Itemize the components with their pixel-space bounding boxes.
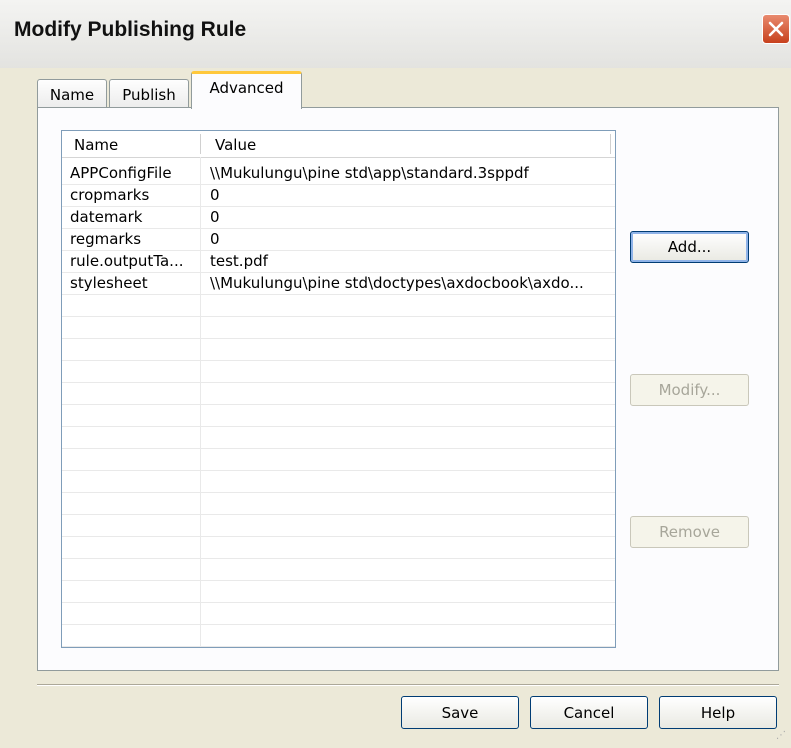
help-button-label: Help bbox=[700, 704, 736, 722]
add-button-label: Add... bbox=[667, 238, 712, 256]
table-row[interactable]: rule.outputTa... test.pdf bbox=[62, 251, 615, 273]
table-row[interactable]: cropmarks 0 bbox=[62, 185, 615, 207]
resize-grip-icon[interactable]: ⋰ bbox=[776, 730, 786, 741]
add-button[interactable]: Add... bbox=[630, 231, 749, 263]
row-value-cell: 0 bbox=[210, 208, 220, 226]
empty-table-row bbox=[62, 339, 615, 361]
remove-button[interactable]: Remove bbox=[630, 516, 749, 548]
empty-table-row bbox=[62, 559, 615, 581]
close-button[interactable] bbox=[762, 14, 790, 44]
modify-button-label: Modify... bbox=[658, 381, 721, 399]
empty-table-row bbox=[62, 295, 615, 317]
table-row[interactable]: stylesheet \\Mukulungu\pine std\doctypes… bbox=[62, 273, 615, 295]
row-value-cell: 0 bbox=[210, 186, 220, 204]
cancel-button-label: Cancel bbox=[563, 704, 615, 722]
tab-publish-label: Publish bbox=[122, 86, 176, 104]
row-value-cell: test.pdf bbox=[210, 252, 268, 270]
empty-table-row bbox=[62, 603, 615, 625]
tab-name-label: Name bbox=[49, 86, 95, 104]
row-name-cell: regmarks bbox=[70, 230, 142, 248]
row-value-cell: \\Mukulungu\pine std\doctypes\axdocbook\… bbox=[210, 274, 584, 292]
title-bar: Modify Publishing Rule bbox=[0, 0, 791, 68]
properties-list[interactable]: Name Value APPConfigFile \\Mukulungu\pin… bbox=[61, 130, 616, 648]
empty-table-row bbox=[62, 427, 615, 449]
tab-publish[interactable]: Publish bbox=[109, 79, 189, 108]
empty-table-row bbox=[62, 581, 615, 603]
column-divider[interactable] bbox=[200, 134, 201, 154]
row-name-cell: stylesheet bbox=[70, 274, 148, 292]
footer-divider-highlight bbox=[37, 685, 779, 686]
empty-table-row bbox=[62, 537, 615, 559]
empty-table-row bbox=[62, 317, 615, 339]
table-row[interactable]: APPConfigFile \\Mukulungu\pine std\app\s… bbox=[62, 163, 615, 185]
column-header-name[interactable]: Name bbox=[74, 136, 118, 154]
table-row[interactable]: datemark 0 bbox=[62, 207, 615, 229]
empty-table-row bbox=[62, 383, 615, 405]
empty-table-row bbox=[62, 515, 615, 537]
list-header: Name Value bbox=[62, 131, 615, 158]
close-icon bbox=[768, 21, 784, 37]
empty-table-row bbox=[62, 647, 615, 648]
empty-table-row bbox=[62, 625, 615, 647]
row-value-cell: 0 bbox=[210, 230, 220, 248]
cancel-button[interactable]: Cancel bbox=[530, 696, 648, 729]
tab-advanced[interactable]: Advanced bbox=[191, 71, 302, 109]
column-header-value[interactable]: Value bbox=[215, 136, 256, 154]
empty-table-row bbox=[62, 405, 615, 427]
modify-button[interactable]: Modify... bbox=[630, 374, 749, 406]
row-name-cell: rule.outputTa... bbox=[70, 252, 184, 270]
empty-table-row bbox=[62, 471, 615, 493]
tab-advanced-label: Advanced bbox=[209, 79, 284, 97]
empty-table-row bbox=[62, 449, 615, 471]
remove-button-label: Remove bbox=[659, 523, 720, 541]
save-button[interactable]: Save bbox=[401, 696, 519, 729]
row-name-cell: datemark bbox=[70, 208, 143, 226]
row-value-cell: \\Mukulungu\pine std\app\standard.3sppdf bbox=[210, 164, 529, 182]
column-divider[interactable] bbox=[610, 134, 611, 154]
save-button-label: Save bbox=[441, 704, 479, 722]
dialog-title: Modify Publishing Rule bbox=[14, 18, 247, 41]
table-row[interactable]: regmarks 0 bbox=[62, 229, 615, 251]
help-button[interactable]: Help bbox=[659, 696, 777, 729]
empty-table-row bbox=[62, 493, 615, 515]
row-name-cell: cropmarks bbox=[70, 186, 150, 204]
tab-name[interactable]: Name bbox=[37, 79, 107, 108]
dialog-window: Modify Publishing Rule Name Publish Adva… bbox=[0, 0, 791, 748]
row-name-cell: APPConfigFile bbox=[70, 164, 172, 182]
empty-table-row bbox=[62, 361, 615, 383]
